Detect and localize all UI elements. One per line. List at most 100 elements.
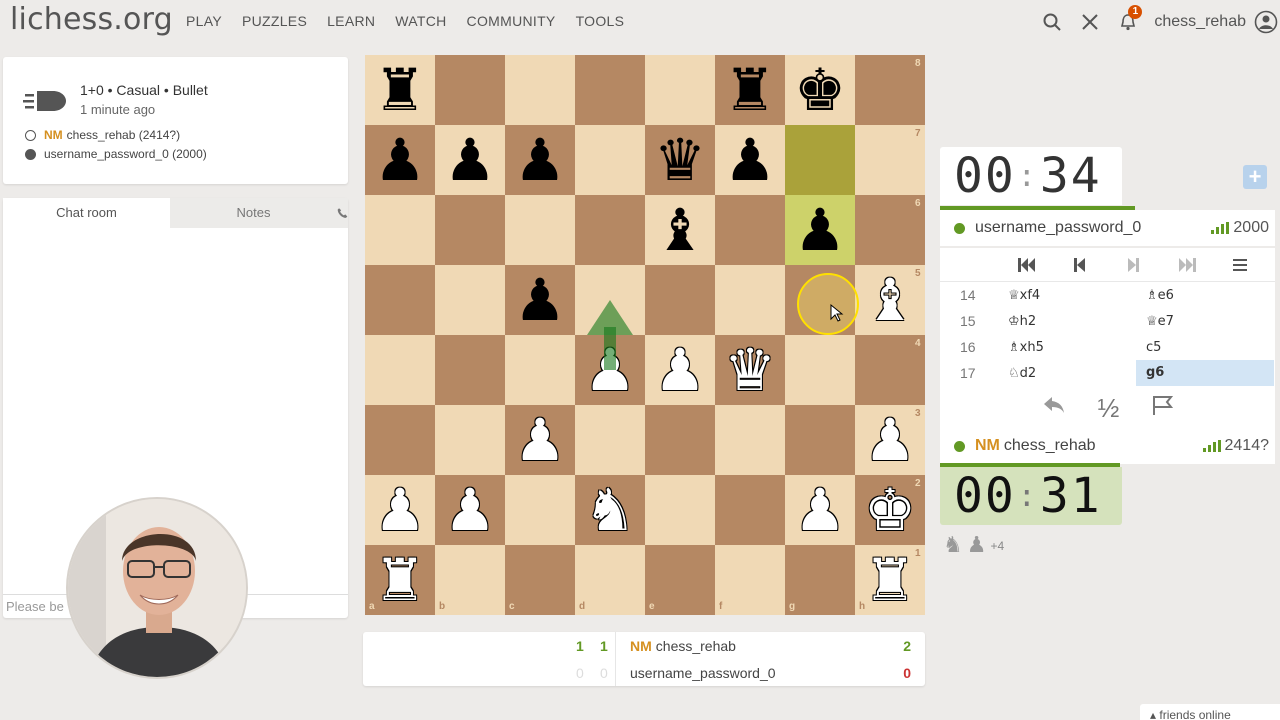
last-move-button[interactable] xyxy=(1173,253,1201,277)
score-game-1: 1 xyxy=(576,637,584,654)
opponent-rating-value: 2000 xyxy=(1233,219,1269,236)
score-row-black: 0 0 username_password_0 0 xyxy=(363,659,925,686)
black-player-name[interactable]: username_password_0 (2000) xyxy=(44,147,207,161)
offer-draw-icon[interactable]: ½ xyxy=(1098,393,1120,424)
user-avatar-icon[interactable] xyxy=(1254,10,1278,34)
moves-panel: 14 ♕xf4 ♗e6 15 ♔h2 ♕e7 16 ♗xh5 c5 17 ♘d2 g6 ½ xyxy=(940,248,1275,430)
move-number: 17 xyxy=(960,365,976,381)
bell-icon[interactable]: 1 xyxy=(1116,5,1143,34)
user-menu[interactable]: chess_rehab xyxy=(1154,13,1246,31)
score-player-name[interactable]: username_password_0 xyxy=(630,665,776,681)
black-player-info[interactable]: username_password_0 (2000) xyxy=(25,147,207,161)
score-total: 2 xyxy=(903,637,911,654)
next-move-button[interactable] xyxy=(1119,253,1147,277)
phone-icon[interactable] xyxy=(337,198,348,228)
first-move-button[interactable] xyxy=(1013,253,1041,277)
black-move[interactable]: g6 xyxy=(1136,360,1274,386)
opponent-rating: 2000 xyxy=(1211,219,1269,237)
move-controls xyxy=(940,248,1275,282)
notification-badge: 1 xyxy=(1128,5,1143,19)
user-clock-sec: 31 xyxy=(1039,468,1102,524)
board-overlay xyxy=(587,273,859,370)
site-logo[interactable]: lichess.org xyxy=(10,2,173,37)
friends-online-button[interactable]: ▴ friends online xyxy=(1140,704,1280,720)
game-actions: ½ xyxy=(940,386,1275,430)
score-game-2: 1 xyxy=(600,637,608,654)
user-player-row[interactable]: NM chess_rehab 2414? xyxy=(940,428,1275,464)
move-list: 14 ♕xf4 ♗e6 15 ♔h2 ♕e7 16 ♗xh5 c5 17 ♘d2 g6 xyxy=(940,282,1275,386)
search-icon[interactable] xyxy=(1040,10,1064,34)
main-nav: PLAY PUZZLES LEARN WATCH COMMUNITY TOOLS xyxy=(186,13,644,29)
online-dot-icon xyxy=(954,440,965,452)
move-number: 16 xyxy=(960,339,976,355)
crossed-swords-icon[interactable] xyxy=(1078,10,1102,34)
nav-tools[interactable]: TOOLS xyxy=(576,13,625,29)
score-player[interactable]: NM chess_rehab xyxy=(630,638,736,654)
nav-puzzles[interactable]: PUZZLES xyxy=(242,13,307,29)
move-row: 14 ♕xf4 ♗e6 xyxy=(940,282,1275,308)
opponent-clock-min: 00 xyxy=(954,148,1016,204)
prev-move-button[interactable] xyxy=(1066,253,1094,277)
nav-watch[interactable]: WATCH xyxy=(395,13,446,29)
clock-separator: : xyxy=(1017,158,1038,194)
white-player-name[interactable]: chess_rehab (2414?) xyxy=(67,128,180,142)
white-dot-icon xyxy=(25,129,36,141)
black-move[interactable]: ♕e7 xyxy=(1136,314,1274,329)
add-time-button[interactable]: + xyxy=(1243,165,1267,189)
game-setup: 1+0 • Casual • Bullet xyxy=(80,82,208,98)
user-rating-value: 2414? xyxy=(1224,437,1270,454)
white-move[interactable]: ♔h2 xyxy=(998,314,1136,329)
white-move[interactable]: ♘d2 xyxy=(998,366,1136,381)
score-game-1: 0 xyxy=(576,664,584,681)
captured-pawn-icon: ♟ xyxy=(966,533,987,558)
material-diff: ♞ ♟ +4 xyxy=(943,533,1004,558)
clock-separator: : xyxy=(1017,478,1038,514)
opponent-clock-sec: 34 xyxy=(1039,148,1102,204)
bullet-icon xyxy=(23,87,67,120)
site-header: lichess.org PLAY PUZZLES LEARN WATCH COM… xyxy=(0,0,1280,44)
user-rating: 2414? xyxy=(1202,437,1270,455)
opponent-name[interactable]: username_password_0 xyxy=(975,219,1141,237)
streamer-webcam xyxy=(66,497,248,679)
score-total: 0 xyxy=(903,664,911,681)
match-scoreboard: 1 1 NM chess_rehab 2 0 0 username_passwor… xyxy=(363,632,925,686)
takeback-icon[interactable] xyxy=(1042,394,1066,422)
user-name[interactable]: chess_rehab xyxy=(1004,437,1096,455)
white-player-info[interactable]: NM chess_rehab (2414?) xyxy=(25,128,180,142)
user-clock-min: 00 xyxy=(954,468,1016,524)
friends-online-label: friends online xyxy=(1159,708,1231,720)
tab-chat-room[interactable]: Chat room xyxy=(3,198,170,228)
chat-tabs: Chat room Notes xyxy=(3,198,348,228)
black-move[interactable]: ♗e6 xyxy=(1136,288,1274,303)
menu-icon[interactable] xyxy=(1226,253,1254,277)
score-player-name[interactable]: chess_rehab xyxy=(656,638,736,654)
move-row: 17 ♘d2 g6 xyxy=(940,360,1275,386)
resign-flag-icon[interactable] xyxy=(1151,394,1174,422)
score-title-badge: NM xyxy=(630,637,652,654)
black-move[interactable]: c5 xyxy=(1136,340,1274,355)
online-dot-icon xyxy=(954,222,965,234)
tab-notes[interactable]: Notes xyxy=(170,198,337,228)
game-info-panel: 1+0 • Casual • Bullet 1 minute ago NM ch… xyxy=(3,57,348,184)
opponent-player-row[interactable]: username_password_0 2000 xyxy=(940,210,1275,246)
game-time-ago: 1 minute ago xyxy=(80,102,156,117)
black-dot-icon xyxy=(25,148,36,160)
header-actions: 1 chess_rehab xyxy=(1040,5,1280,38)
user-title-badge: NM xyxy=(975,437,1000,454)
move-number: 15 xyxy=(960,313,976,329)
captured-knight-icon: ♞ xyxy=(943,533,963,558)
signal-icon xyxy=(1211,222,1230,234)
nav-learn[interactable]: LEARN xyxy=(327,13,375,29)
opponent-clock: 00:34 xyxy=(940,147,1122,205)
white-move[interactable]: ♕xf4 xyxy=(998,288,1136,303)
white-move[interactable]: ♗xh5 xyxy=(998,340,1136,355)
move-row: 15 ♔h2 ♕e7 xyxy=(940,308,1275,334)
material-score: +4 xyxy=(990,538,1005,553)
user-clock: 00:31 xyxy=(940,467,1122,525)
move-row: 16 ♗xh5 c5 xyxy=(940,334,1275,360)
nav-play[interactable]: PLAY xyxy=(186,13,222,29)
score-game-2: 0 xyxy=(600,664,608,681)
nav-community[interactable]: COMMUNITY xyxy=(467,13,556,29)
white-title-badge: NM xyxy=(44,128,63,142)
move-number: 14 xyxy=(960,287,976,303)
